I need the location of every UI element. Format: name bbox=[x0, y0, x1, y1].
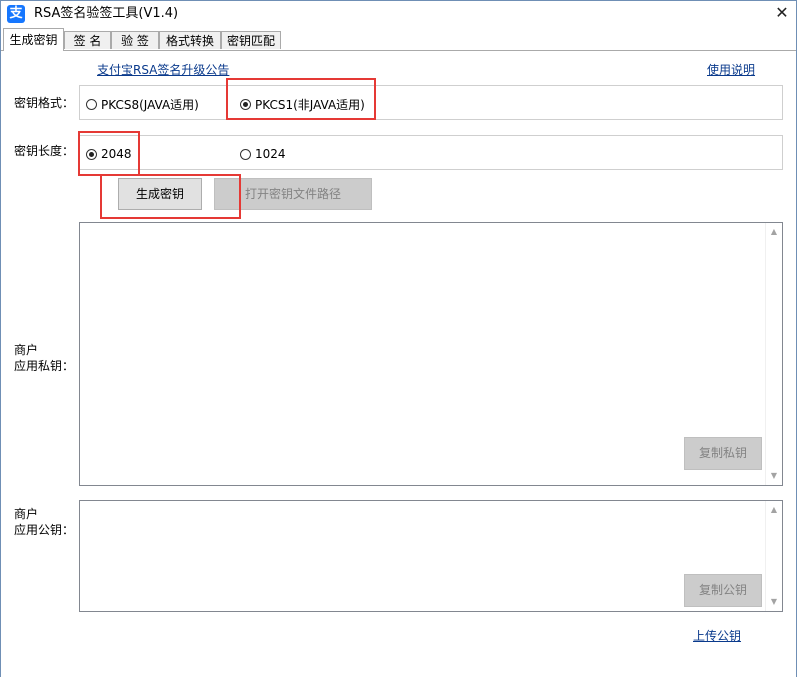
tab-format-convert[interactable]: 格式转换 bbox=[159, 31, 221, 49]
tab-strip: 生成密钥 签 名 验 签 格式转换 密钥匹配 bbox=[1, 27, 796, 51]
public-key-label-line1: 商户 bbox=[14, 507, 39, 521]
radio-1024[interactable]: 1024 bbox=[240, 147, 286, 161]
usage-instructions-link[interactable]: 使用说明 bbox=[707, 61, 755, 78]
private-key-textarea[interactable]: ▲ ▼ bbox=[79, 222, 783, 486]
open-key-path-button[interactable]: 打开密钥文件路径 bbox=[214, 178, 372, 210]
tab-key-match[interactable]: 密钥匹配 bbox=[221, 31, 281, 49]
radio-pkcs8[interactable]: PKCS8(JAVA适用) bbox=[86, 96, 199, 113]
public-key-scrollbar[interactable]: ▲ ▼ bbox=[765, 501, 782, 611]
radio-2048[interactable]: 2048 bbox=[86, 147, 132, 161]
alipay-logo-icon: 支 bbox=[7, 5, 25, 23]
private-key-label-line2: 应用私钥： bbox=[14, 359, 75, 373]
radio-pkcs1[interactable]: PKCS1(非JAVA适用) bbox=[240, 96, 365, 113]
scroll-up-icon[interactable]: ▲ bbox=[766, 224, 782, 240]
upload-public-key-link[interactable]: 上传公钥 bbox=[693, 627, 741, 644]
close-button[interactable]: ✕ bbox=[767, 2, 797, 26]
radio-unchecked-icon bbox=[86, 99, 97, 110]
public-key-textarea[interactable]: ▲ ▼ bbox=[79, 500, 783, 612]
copy-public-key-button[interactable]: 复制公钥 bbox=[684, 574, 762, 607]
tab-verify[interactable]: 验 签 bbox=[111, 31, 159, 49]
radio-checked-icon bbox=[86, 148, 97, 160]
public-key-label-line2: 应用公钥： bbox=[14, 523, 75, 537]
tab-generate-key[interactable]: 生成密钥 bbox=[3, 28, 64, 51]
close-icon: ✕ bbox=[775, 3, 789, 22]
radio-unchecked-icon bbox=[240, 148, 251, 160]
generate-key-button[interactable]: 生成密钥 bbox=[118, 178, 202, 210]
scroll-up-icon[interactable]: ▲ bbox=[766, 502, 782, 518]
window-title: RSA签名验签工具(V1.4) bbox=[34, 6, 179, 21]
key-format-label: 密钥格式： bbox=[14, 96, 75, 110]
radio-checked-icon bbox=[240, 99, 251, 110]
radio-2048-label: 2048 bbox=[101, 147, 132, 161]
scroll-down-icon[interactable]: ▼ bbox=[766, 594, 782, 610]
private-key-label-line1: 商户 bbox=[14, 343, 39, 357]
key-length-group bbox=[79, 135, 783, 170]
radio-1024-label: 1024 bbox=[255, 147, 286, 161]
announcement-link[interactable]: 支付宝RSA签名升级公告 bbox=[97, 61, 229, 78]
scroll-down-icon[interactable]: ▼ bbox=[766, 468, 782, 484]
radio-pkcs1-label: PKCS1(非JAVA适用) bbox=[255, 98, 365, 112]
key-length-label: 密钥长度： bbox=[14, 144, 75, 158]
private-key-scrollbar[interactable]: ▲ ▼ bbox=[765, 223, 782, 485]
copy-private-key-button[interactable]: 复制私钥 bbox=[684, 437, 762, 470]
tab-sign[interactable]: 签 名 bbox=[64, 31, 111, 49]
title-bar: 支 RSA签名验签工具(V1.4) ✕ bbox=[1, 1, 796, 27]
radio-pkcs8-label: PKCS8(JAVA适用) bbox=[101, 98, 199, 112]
